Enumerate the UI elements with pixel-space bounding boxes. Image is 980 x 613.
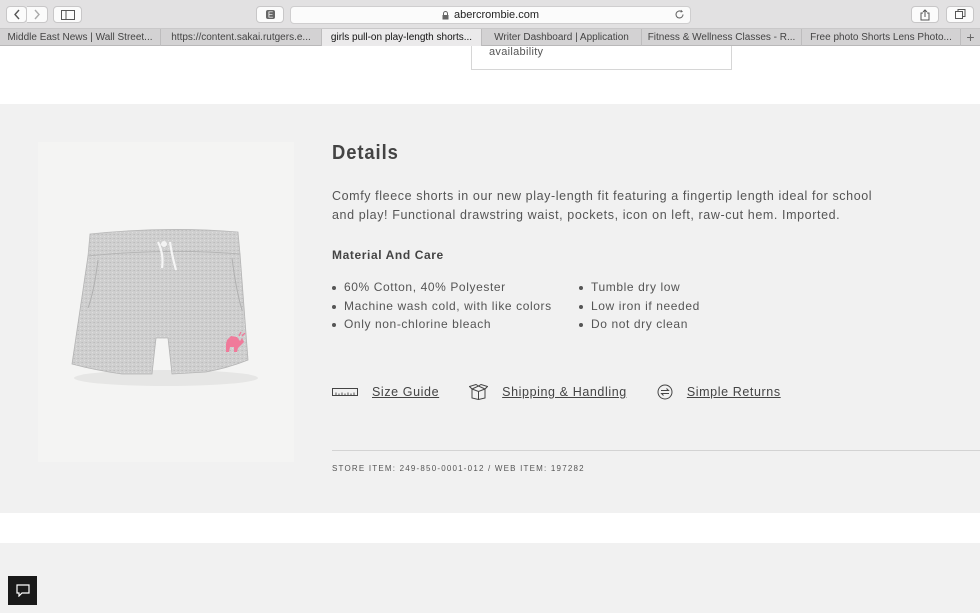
tab-strip: Middle East News | Wall Street... https:… [0,29,980,46]
chevron-right-icon [34,9,40,20]
details-section: Details Comfy fleece shorts in our new p… [0,104,980,513]
returns-icon [657,384,673,400]
bottom-spacer [0,513,980,543]
lock-icon [442,10,449,19]
tab-free-photo[interactable]: Free photo Shorts Lens Photo... [802,29,961,46]
tab-abercrombie[interactable]: girls pull-on play-length shorts... [322,29,482,46]
care-item: 60% Cotton, 40% Polyester [332,278,552,297]
svg-text:E: E [267,11,272,20]
shipping-link[interactable]: Shipping & Handling [469,384,627,400]
tab-label: https://content.sakai.rutgers.e... [171,32,311,43]
tab-label: Free photo Shorts Lens Photo... [810,32,952,43]
divider [332,450,980,451]
size-guide-link[interactable]: Size Guide [332,385,439,399]
shipping-label[interactable]: Shipping & Handling [502,385,627,399]
returns-link[interactable]: Simple Returns [657,384,781,400]
bottom-section [0,543,980,613]
care-list-left: 60% Cotton, 40% Polyester Machine wash c… [332,278,552,334]
care-item: Tumble dry low [579,278,700,297]
returns-label[interactable]: Simple Returns [687,385,781,399]
shorts-image [71,229,258,386]
care-item: Only non-chlorine bleach [332,315,552,334]
tab-sakai[interactable]: https://content.sakai.rutgers.e... [161,29,322,46]
product-description: Comfy fleece shorts in our new play-leng… [332,189,873,222]
tabs-icon [954,9,965,19]
details-title: Details [332,142,399,164]
sidebar-icon [60,9,75,20]
forward-button[interactable] [27,6,48,23]
tab-label: Middle East News | Wall Street... [7,32,153,43]
availability-box: availability [471,46,732,70]
care-list-right: Tumble dry low Low iron if needed Do not… [579,278,700,334]
extension-icon: E [265,10,275,20]
share-button[interactable] [911,6,939,23]
ruler-icon [332,388,358,396]
info-links: Size Guide Shipping & Handling Simple Re… [332,384,811,400]
chevron-left-icon [13,9,20,20]
back-button[interactable] [6,6,27,23]
box-icon [469,384,489,400]
item-numbers: STORE ITEM: 249-850-0001-012 / WEB ITEM:… [332,464,585,473]
size-guide-label[interactable]: Size Guide [372,385,439,399]
material-care-title: Material And Care [332,248,444,262]
new-tab-button[interactable]: + [961,29,980,45]
care-item: Machine wash cold, with like colors [332,297,552,316]
tab-fitness[interactable]: Fitness & Wellness Classes - R... [642,29,802,46]
tab-label: Fitness & Wellness Classes - R... [647,32,796,43]
care-item: Low iron if needed [579,297,700,316]
care-item: Do not dry clean [579,315,700,334]
product-image [38,142,294,462]
browser-toolbar: E abercrombie.com [0,0,980,29]
sidebar-toggle-button[interactable] [53,6,82,23]
chat-button[interactable] [8,576,37,605]
address-bar[interactable]: abercrombie.com [290,6,691,24]
url-text: abercrombie.com [454,9,539,21]
chat-icon [15,584,30,597]
tab-wsj[interactable]: Middle East News | Wall Street... [0,29,161,46]
reload-icon[interactable] [674,9,685,20]
tab-label: girls pull-on play-length shorts... [330,32,473,43]
reader-button[interactable]: E [256,6,284,23]
tab-writer-dashboard[interactable]: Writer Dashboard | Application [482,29,642,46]
share-icon [920,8,930,20]
tabs-overview-button[interactable] [946,6,974,23]
availability-text: availability [489,46,544,58]
tab-label: Writer Dashboard | Application [494,32,629,43]
